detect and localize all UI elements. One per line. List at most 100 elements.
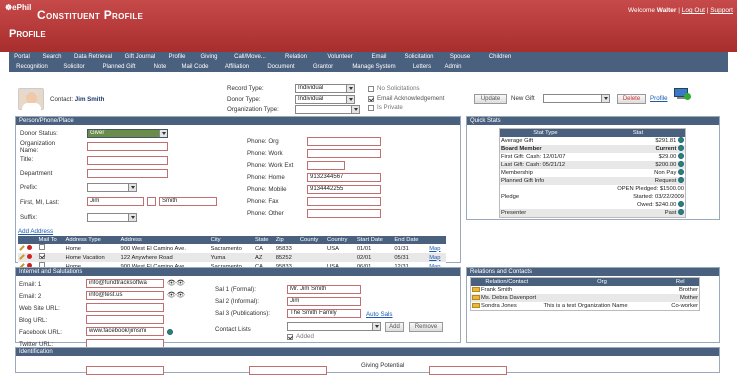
blog-url-input[interactable] (86, 315, 164, 324)
globe-icon[interactable] (678, 201, 684, 208)
update-button[interactable]: Update (474, 94, 507, 104)
phone-home-input[interactable]: 9132344567 (307, 173, 381, 182)
phone-fax-input[interactable] (307, 197, 381, 206)
contact-lists-select[interactable] (287, 322, 381, 331)
nav-item[interactable]: Document (259, 62, 303, 72)
globe-icon[interactable] (678, 169, 684, 176)
stat-value: Non Pay (654, 170, 677, 176)
sal3-input[interactable]: The Smith Family (287, 309, 361, 318)
nav-item[interactable]: Data Retrieval (69, 52, 117, 62)
nav-item[interactable]: Search (35, 52, 69, 62)
department-input[interactable] (87, 169, 168, 178)
sal1-input[interactable]: Mr. Jim Smith (287, 285, 361, 294)
add-list-button[interactable]: Add (385, 322, 404, 332)
eye-icon[interactable]: 👁 (176, 279, 185, 287)
profile-link[interactable]: Profile (650, 95, 668, 102)
email-ack-checkbox[interactable] (368, 96, 374, 102)
identification-input[interactable] (86, 366, 164, 375)
new-gift-select[interactable] (543, 94, 610, 103)
globe-icon[interactable] (678, 177, 684, 184)
nav-item[interactable]: Planned Gift (93, 62, 145, 72)
delete-icon[interactable] (26, 245, 32, 251)
no-solicitations-checkbox[interactable] (368, 86, 374, 92)
relation-row[interactable]: Frank Smith Brother (470, 286, 700, 294)
relation-row[interactable]: Sondra Jones This is a test Organization … (470, 302, 700, 311)
edit-icon[interactable] (19, 245, 25, 251)
nav-item[interactable]: Mail Code (175, 62, 215, 72)
phone-mobile-input[interactable]: 9134442255 (307, 185, 381, 194)
prefix-select[interactable] (87, 183, 137, 192)
last-name-input[interactable]: Smith (159, 197, 217, 206)
relation-row[interactable]: Ms. Debra Davenport Mother (470, 294, 700, 302)
sal2-input[interactable]: Jim (287, 297, 361, 306)
identification-input[interactable] (249, 366, 327, 375)
delete-icon[interactable] (26, 254, 32, 260)
facebook-url-input[interactable]: www.facebook/jimsmi (86, 327, 164, 336)
is-private-checkbox[interactable] (368, 105, 374, 111)
suffix-select[interactable] (87, 213, 137, 222)
globe-icon[interactable] (678, 145, 684, 152)
globe-icon[interactable] (678, 137, 684, 144)
phone-org-input[interactable] (307, 137, 381, 146)
nav-item[interactable]: Gift Journal (117, 52, 163, 62)
nav-item[interactable]: Solicitor (55, 62, 93, 72)
web-url-input[interactable] (86, 303, 164, 312)
nav-item[interactable]: Giving (191, 52, 227, 62)
nav-item[interactable]: Children (479, 52, 521, 62)
add-address-link[interactable]: Add Address (18, 228, 53, 235)
donor-type-select[interactable]: Individual (295, 95, 355, 104)
nav-item[interactable]: Manage System (343, 62, 405, 72)
delete-button[interactable]: Delete (617, 94, 646, 104)
address-row[interactable]: Home Vacation 122 Anywhere Road Yuma AZ 8525… (18, 253, 446, 262)
nav-item[interactable]: Recognition (9, 62, 55, 72)
eye-icon[interactable]: 👁 (167, 279, 176, 287)
giving-potential-input[interactable] (429, 366, 507, 375)
added-checkbox[interactable] (287, 334, 293, 340)
nav-item[interactable]: Email (361, 52, 397, 62)
nav-item[interactable]: Profile (163, 52, 191, 62)
nav-item[interactable]: Portal (9, 52, 35, 62)
record-type-select[interactable]: Individual (295, 84, 355, 93)
globe-icon[interactable] (678, 209, 684, 216)
email2-input[interactable]: info@test.us (86, 291, 164, 300)
nav-item[interactable]: Relation (273, 52, 319, 62)
nav-item[interactable]: Spouse (441, 52, 479, 62)
org-type-select[interactable] (295, 105, 360, 114)
computer-icon[interactable] (674, 88, 692, 101)
nav-item[interactable]: Admin (439, 62, 467, 72)
globe-icon[interactable] (167, 329, 173, 335)
nav-item[interactable]: Letters (405, 62, 439, 72)
donor-type-label: Donor Type: (227, 96, 261, 103)
org-name-input[interactable] (87, 142, 168, 151)
middle-initial-input[interactable] (147, 197, 156, 206)
phone-other-input[interactable] (307, 209, 381, 218)
remove-list-button[interactable]: Remove (409, 322, 443, 332)
map-link[interactable]: Map (429, 246, 440, 252)
support-link[interactable]: Support (710, 7, 733, 14)
first-name-input[interactable]: Jim (87, 197, 144, 206)
mail-to-checkbox[interactable] (38, 253, 45, 259)
globe-icon[interactable] (678, 153, 684, 160)
logout-link[interactable]: Log Out (682, 7, 705, 14)
phone-work-input[interactable] (307, 149, 381, 158)
phone-work-ext-input[interactable] (307, 161, 345, 170)
title-input[interactable] (87, 156, 168, 165)
donor-status-select[interactable]: Giver (87, 129, 168, 138)
edit-icon[interactable] (19, 254, 25, 260)
eye-icon[interactable]: 👁 (176, 291, 185, 299)
nav-item[interactable]: Affiliation (215, 62, 259, 72)
eye-icon[interactable]: 👁 (167, 291, 176, 299)
map-link[interactable]: Map (429, 255, 440, 261)
nav-item[interactable]: Note (145, 62, 175, 72)
sal3-label: Sal 3 (Publications): (215, 310, 271, 317)
nav-item[interactable]: Solicitation (397, 52, 441, 62)
nav-item[interactable]: Volunteer (319, 52, 361, 62)
globe-icon[interactable] (678, 161, 684, 168)
nav-item[interactable]: Call/Move... (227, 52, 273, 62)
nav-item[interactable]: Grantor (303, 62, 343, 72)
stat-row: Membership Non Pay (499, 169, 686, 177)
mail-to-checkbox[interactable] (38, 244, 45, 250)
auto-sals-link[interactable]: Auto Sals (366, 311, 392, 318)
address-row[interactable]: Home 900 West El Camino Ave. Sacramento CA 9… (18, 244, 446, 253)
email1-input[interactable]: info@fundtracksoftwa (86, 279, 164, 288)
